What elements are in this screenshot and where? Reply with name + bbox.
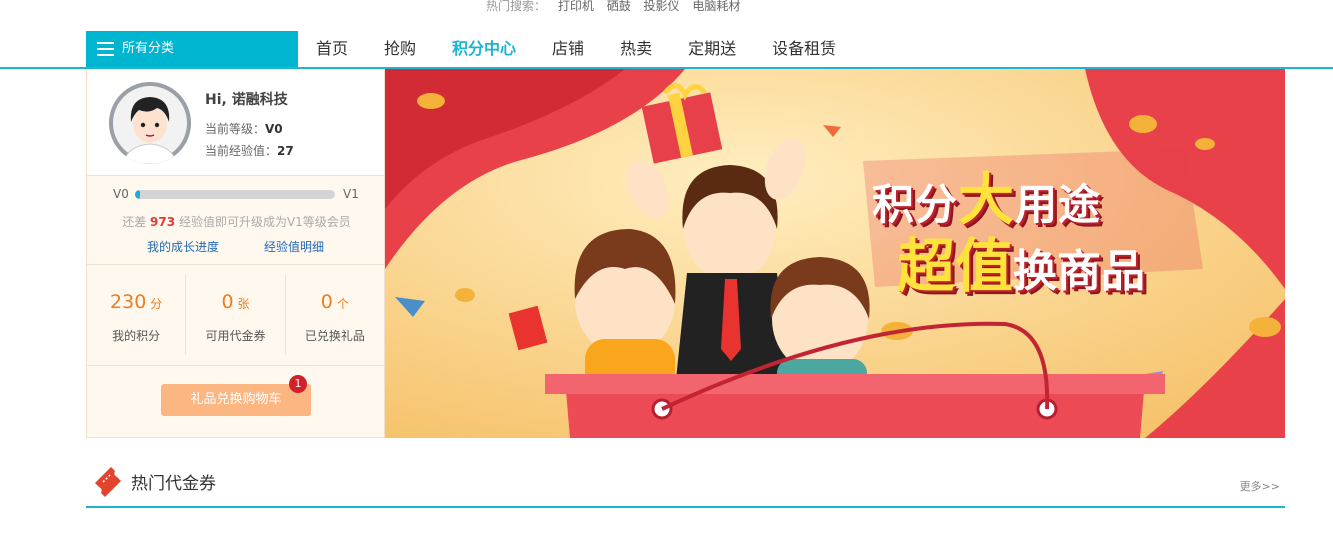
main-nav: 所有分类 首页 抢购 积分中心 店铺 热卖 定期送 设备租赁 <box>0 31 1333 69</box>
level-progress-bar <box>135 190 335 199</box>
hot-search-label: 热门搜索： <box>486 0 547 13</box>
level-progress: V0 V1 还差 973 经验值即可升级成为V1等级会员 我的成长进度 经验值明… <box>87 176 384 265</box>
more-link[interactable]: 更多>> <box>1240 478 1280 494</box>
stat-redeemed-gifts[interactable]: 0个 已兑换礼品 <box>286 275 384 355</box>
all-categories-button[interactable]: 所有分类 <box>86 31 298 67</box>
nav-link-flash-sale[interactable]: 抢购 <box>384 31 416 67</box>
user-card: Hi, 诺融科技 当前等级：V0 当前经验值：27 <box>87 69 384 176</box>
cart-count-badge: 1 <box>289 375 307 393</box>
avatar <box>109 82 191 164</box>
nav-link-home[interactable]: 首页 <box>316 31 348 67</box>
hot-vouchers-section: 热门代金券 更多>> <box>86 460 1285 508</box>
hot-search-keyword[interactable]: 投影仪 <box>644 0 680 13</box>
hot-search-keyword[interactable]: 打印机 <box>558 0 594 13</box>
level-end-label: V1 <box>343 187 359 201</box>
section-title: 热门代金券 <box>131 474 216 494</box>
nav-link-hot-sale[interactable]: 热卖 <box>620 31 652 67</box>
user-info: Hi, 诺融科技 当前等级：V0 当前经验值：27 <box>205 89 294 162</box>
nav-link-scheduled-delivery[interactable]: 定期送 <box>688 31 736 67</box>
hot-search-bar: 热门搜索： 打印机 硒鼓 投影仪 电脑耗材 <box>486 0 749 14</box>
all-categories-label: 所有分类 <box>122 41 175 56</box>
banner-headline-2: 超值换商品 <box>897 232 1146 300</box>
points-banner[interactable]: 积分大用途 超值换商品 <box>385 69 1285 438</box>
nav-link-equipment-rental[interactable]: 设备租赁 <box>772 31 836 67</box>
menu-icon <box>97 42 114 56</box>
level-start-label: V0 <box>113 187 129 201</box>
stat-points[interactable]: 230 分 我的积分 <box>87 275 187 355</box>
user-experience: 当前经验值：27 <box>205 144 294 158</box>
stats-row: 230 分 我的积分 0张 可用代金券 0个 已兑换礼品 <box>87 265 384 366</box>
growth-progress-link[interactable]: 我的成长进度 <box>147 238 219 255</box>
nav-link-points-center[interactable]: 积分中心 <box>452 31 516 67</box>
ticket-icon <box>95 467 121 497</box>
nav-link-stores[interactable]: 店铺 <box>552 31 584 67</box>
user-panel: Hi, 诺融科技 当前等级：V0 当前经验值：27 V0 V1 还差 973 经… <box>86 69 385 438</box>
nav-links: 首页 抢购 积分中心 店铺 热卖 定期送 设备租赁 <box>316 31 872 67</box>
hot-search-keyword[interactable]: 电脑耗材 <box>692 0 740 13</box>
stat-vouchers[interactable]: 0张 可用代金券 <box>186 275 286 355</box>
user-level: 当前等级：V0 <box>205 122 283 136</box>
hot-search-keyword[interactable]: 硒鼓 <box>607 0 631 13</box>
user-greeting: Hi, 诺融科技 <box>205 92 288 108</box>
experience-detail-link[interactable]: 经验值明细 <box>264 238 324 255</box>
gift-cart-button[interactable]: 礼品兑换购物车 <box>161 384 311 416</box>
upgrade-tip: 还差 973 经验值即可升级成为V1等级会员 <box>122 215 351 229</box>
